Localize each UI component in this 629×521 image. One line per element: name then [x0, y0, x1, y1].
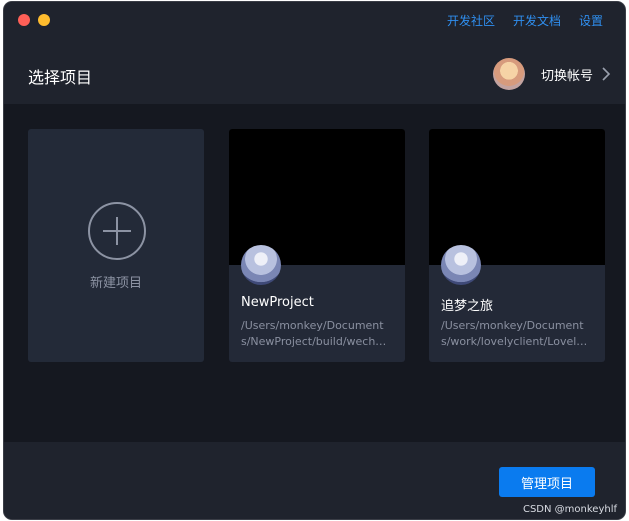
project-card[interactable]: NewProject /Users/monkey/Document s/NewP…: [229, 129, 405, 362]
project-name: 追梦之旅: [441, 299, 494, 314]
app-window: 开发社区 开发文档 设置 选择项目 切换帐号 新建项目 NewProject /…: [4, 2, 625, 519]
switch-account-button[interactable]: 切换帐号: [492, 58, 611, 90]
manage-projects-button[interactable]: 管理项目: [499, 467, 595, 497]
watermark: CSDN @monkeyhlf: [522, 504, 617, 515]
project-path-line: s/work/lovelyclient/Lovel…: [441, 335, 588, 348]
project-card[interactable]: 追梦之旅 /Users/monkey/Document s/work/lovel…: [429, 129, 605, 362]
project-path: /Users/monkey/Document s/work/lovelyclie…: [441, 318, 591, 350]
minimize-window-button[interactable]: [38, 14, 50, 26]
new-project-label: 新建项目: [89, 276, 142, 291]
project-grid: 新建项目 NewProject /Users/monkey/Document s…: [4, 104, 625, 442]
project-path-line: /Users/monkey/Document: [441, 319, 584, 332]
header: 选择项目 切换帐号: [4, 38, 625, 104]
project-path-line: /Users/monkey/Document: [241, 319, 384, 332]
new-project-card[interactable]: 新建项目: [28, 129, 204, 362]
close-window-button[interactable]: [18, 14, 30, 26]
user-avatar: [492, 58, 525, 90]
project-avatar: [241, 245, 281, 285]
dev-community-link[interactable]: 开发社区: [447, 12, 495, 29]
top-nav: 开发社区 开发文档 设置: [447, 12, 603, 29]
project-path: /Users/monkey/Document s/NewProject/buil…: [241, 318, 391, 350]
dev-docs-link[interactable]: 开发文档: [513, 12, 561, 29]
page-title: 选择项目: [28, 68, 93, 87]
project-avatar: [441, 245, 481, 285]
settings-link[interactable]: 设置: [579, 12, 603, 29]
footer: 管理项目 CSDN @monkeyhlf: [4, 442, 625, 519]
project-path-line: s/NewProject/build/wech…: [241, 335, 387, 348]
switch-account-label: 切换帐号: [540, 68, 593, 84]
project-name: NewProject: [241, 295, 314, 310]
titlebar: 开发社区 开发文档 设置: [4, 2, 625, 38]
chevron-right-icon: [602, 67, 611, 81]
plus-icon: [88, 202, 146, 260]
